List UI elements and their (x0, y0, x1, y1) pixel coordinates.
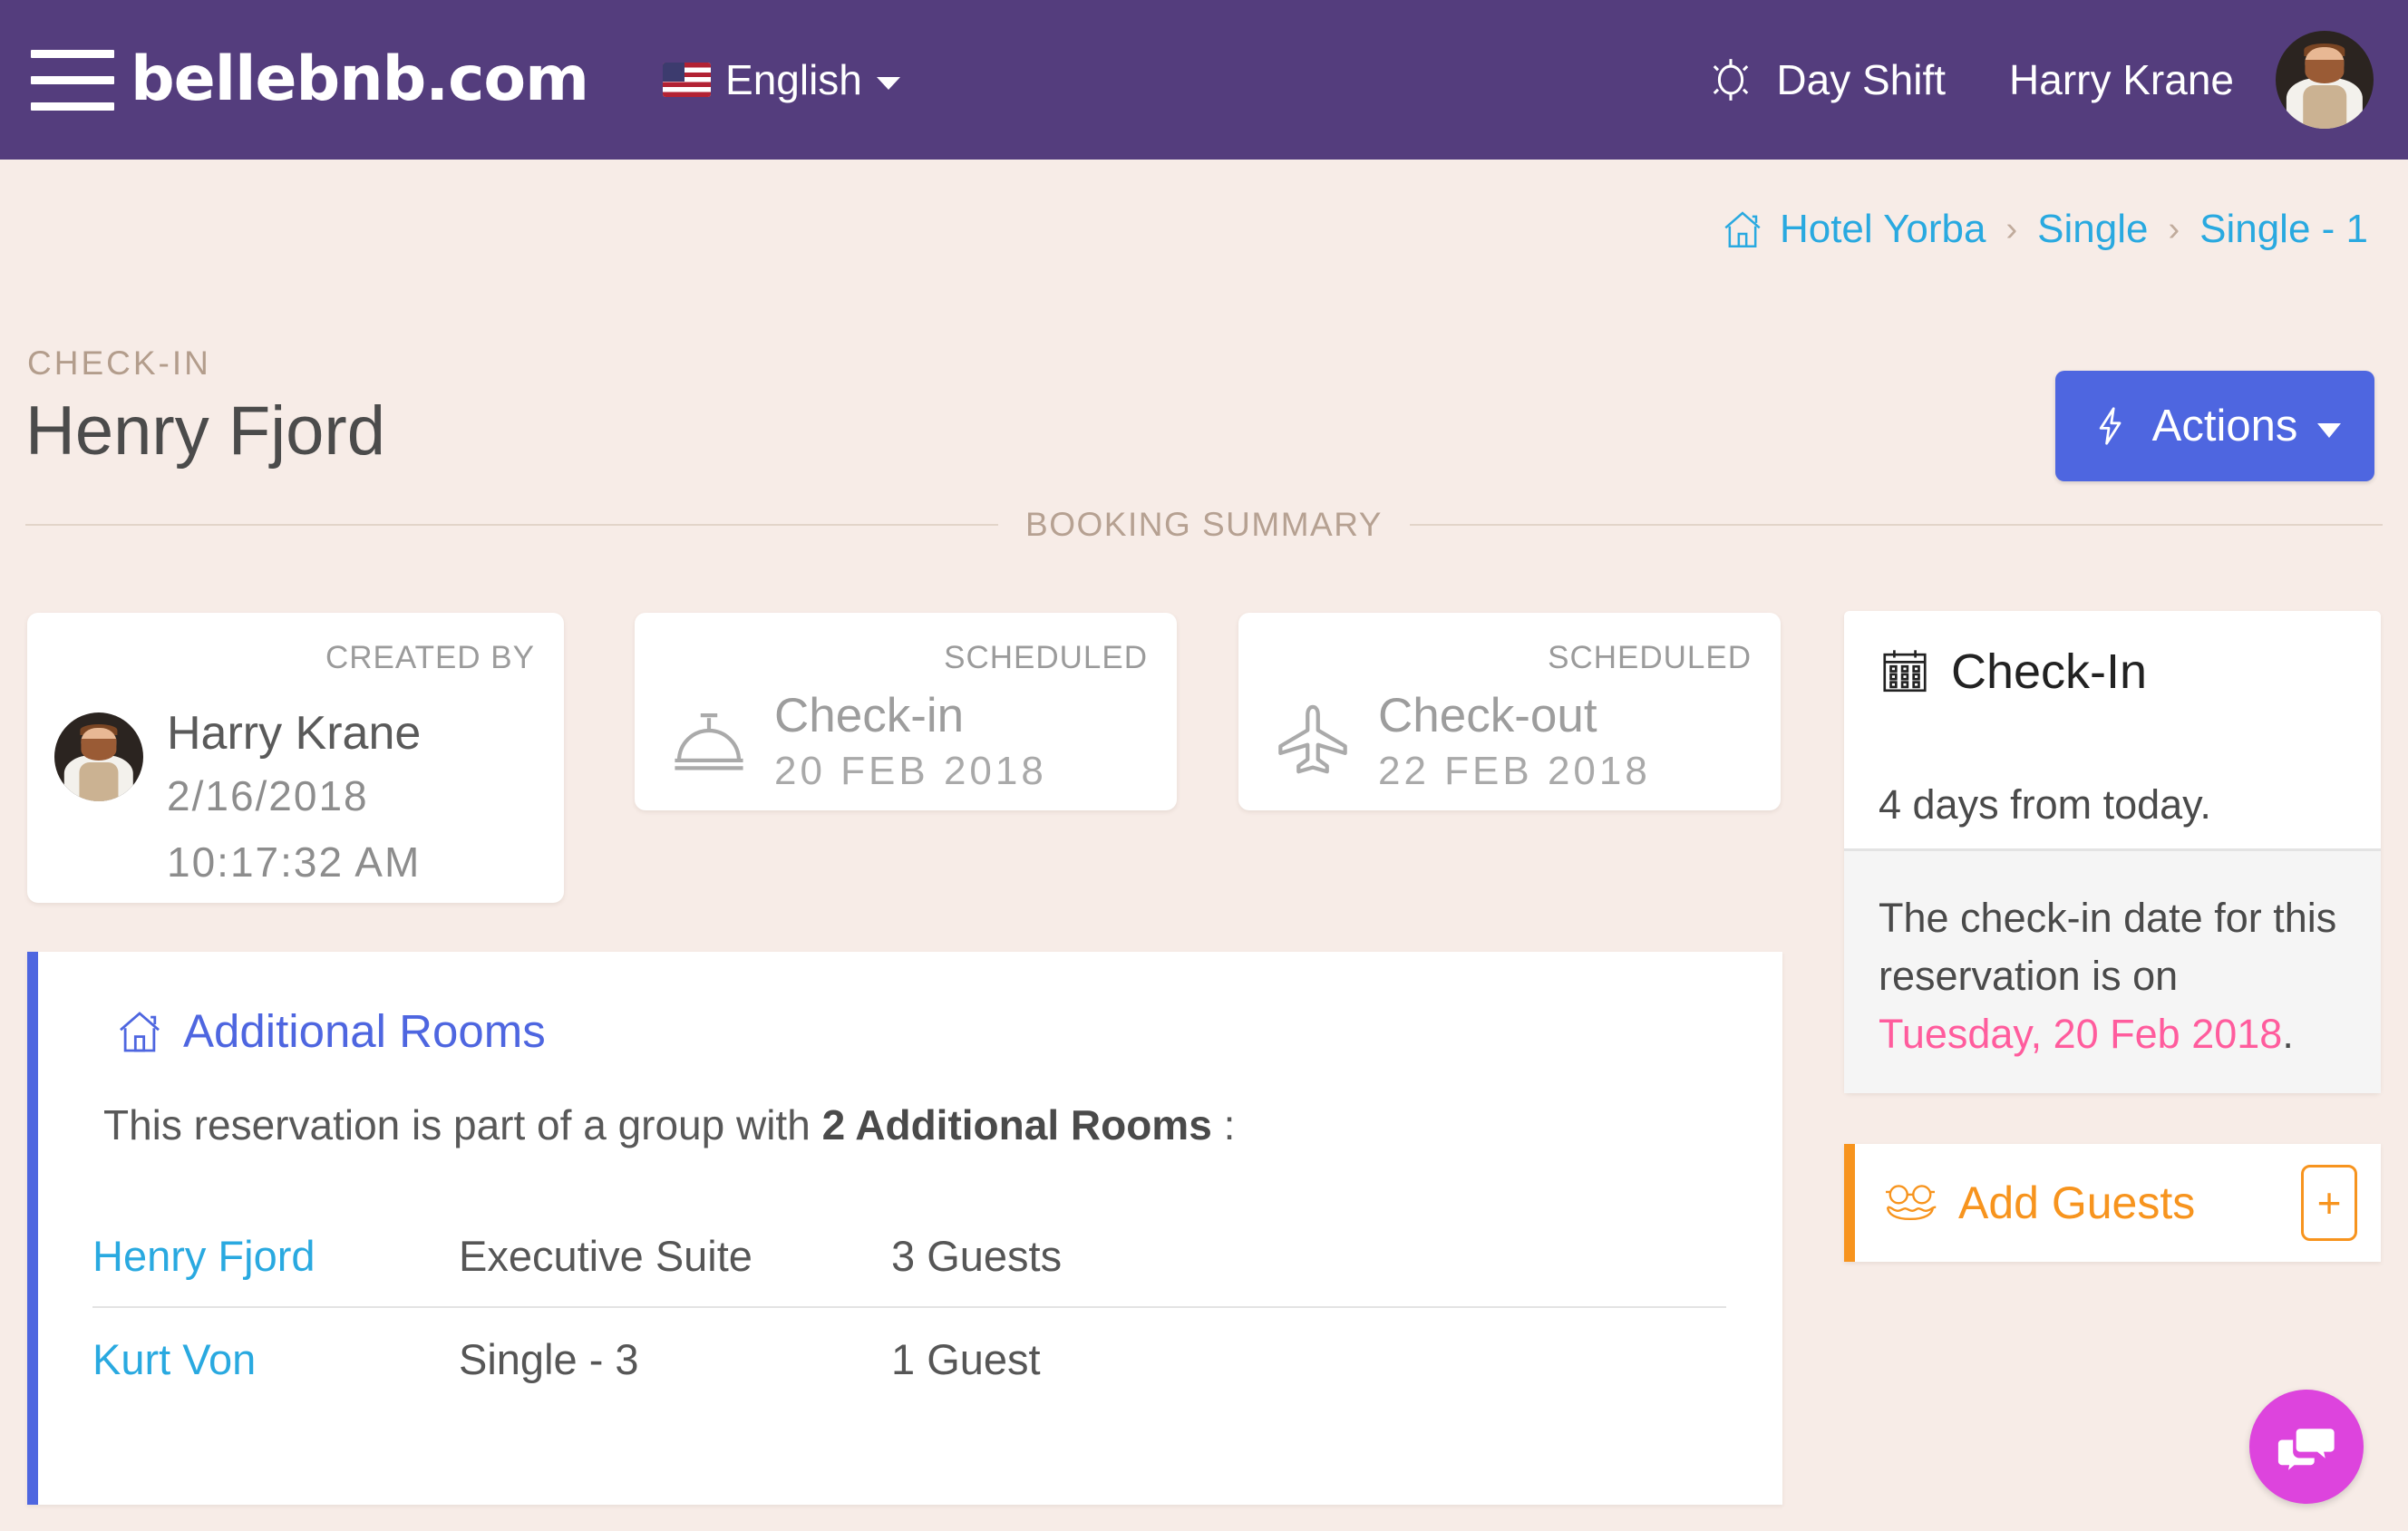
checkout-card-body: Check-out 22 FEB 2018 (1271, 691, 1651, 794)
checkin-card-text: Check-in 20 FEB 2018 (774, 691, 1047, 794)
avatar[interactable] (2276, 31, 2374, 129)
house-icon (1724, 211, 1761, 247)
add-guests-card[interactable]: Add Guests + (1844, 1144, 2381, 1262)
divider-line-left (25, 524, 999, 526)
airplane-icon (1278, 704, 1347, 774)
us-flag-icon (663, 63, 712, 97)
chevron-down-icon (2317, 423, 2342, 438)
note-suffix: . (2282, 1010, 2294, 1057)
subtitle-count: 2 Additional Rooms (821, 1101, 1212, 1148)
day-shift-label: Day Shift (1776, 56, 1947, 103)
user-name-label[interactable]: Harry Krane (2009, 55, 2234, 104)
lightning-bolt-icon (2099, 407, 2122, 445)
house-icon (120, 1011, 160, 1051)
add-guests-trigger[interactable]: Add Guests (1882, 1177, 2195, 1229)
chat-bubbles-icon (2277, 1429, 2335, 1470)
room-guest-count: 1 Guest (891, 1335, 1041, 1383)
page-title: Henry Fjord (25, 392, 385, 470)
chat-button[interactable] (2249, 1390, 2364, 1504)
booking-summary-label: BOOKING SUMMARY (1025, 506, 1383, 543)
breadcrumb-item-room[interactable]: Single - 1 (2199, 207, 2368, 252)
sidebar-checkin-title: Check-In (1951, 644, 2148, 699)
sidebar-checkin-header: Check-In (1879, 644, 2147, 700)
chevron-down-icon (876, 77, 900, 90)
scheduled-checkout-card: SCHEDULED Check-out 22 FEB 2018 (1238, 613, 1781, 810)
sidebar-checkin-card: Check-In 4 days from today. The check-in… (1844, 611, 2381, 1093)
created-by-details: Harry Krane 2/16/2018 10:17:32 AM (167, 707, 421, 891)
subtitle-suffix: : (1211, 1101, 1236, 1148)
hamburger-menu-icon[interactable] (31, 38, 114, 121)
calendar-icon (1883, 650, 1927, 693)
created-by-tag: CREATED BY (325, 640, 535, 675)
glasses-mustache-icon (1886, 1185, 1937, 1221)
add-guests-button[interactable]: + (2301, 1165, 2357, 1241)
actions-button[interactable]: Actions (2055, 371, 2374, 481)
room-type: Executive Suite (459, 1232, 752, 1280)
room-guest-link[interactable]: Henry Fjord (92, 1231, 459, 1281)
breadcrumb-separator: › (2005, 209, 2018, 248)
created-by-time: 10:17:32 AM (167, 838, 422, 886)
checkout-card-title: Check-out (1378, 689, 1597, 742)
service-bell-icon (675, 712, 743, 770)
add-guests-label: Add Guests (1958, 1177, 2196, 1228)
additional-rooms-table: Henry Fjord Executive Suite 3 Guests Kur… (92, 1206, 1726, 1410)
brand-logo[interactable]: bellebnb.com (131, 49, 589, 111)
note-prefix: The check-in date for this reservation i… (1879, 895, 2337, 999)
checkout-scheduled-tag: SCHEDULED (1548, 640, 1752, 675)
checkin-card-body: Check-in 20 FEB 2018 (667, 691, 1047, 794)
created-by-body: Harry Krane 2/16/2018 10:17:32 AM (54, 707, 421, 891)
additional-rooms-subtitle: This reservation is part of a group with… (103, 1100, 1235, 1149)
checkin-date-link[interactable]: Tuesday, 20 Feb 2018 (1879, 1011, 2282, 1057)
checkin-card-title: Check-in (774, 689, 965, 742)
subtitle-prefix: This reservation is part of a group with (103, 1101, 822, 1148)
navbar-right: Day Shift Harry Krane (1705, 31, 2408, 129)
additional-rooms-panel: Additional Rooms This reservation is par… (27, 952, 1782, 1505)
additional-rooms-header[interactable]: Additional Rooms (114, 1004, 546, 1058)
language-label: English (725, 56, 862, 103)
booking-summary-divider: BOOKING SUMMARY (25, 506, 2383, 544)
checkout-card-text: Check-out 22 FEB 2018 (1378, 691, 1651, 794)
checkout-card-date: 22 FEB 2018 (1378, 748, 1651, 793)
table-row: Henry Fjord Executive Suite 3 Guests (92, 1206, 1726, 1308)
checkin-scheduled-tag: SCHEDULED (944, 640, 1148, 675)
language-selector[interactable]: English (663, 55, 900, 104)
breadcrumb-separator: › (2168, 209, 2180, 248)
breadcrumb: Hotel Yorba › Single › Single - 1 (1720, 207, 2368, 252)
avatar (54, 712, 143, 801)
created-by-name: Harry Krane (167, 707, 422, 760)
divider-line-right (1409, 524, 2383, 526)
checkin-card-date: 20 FEB 2018 (774, 748, 1047, 793)
scheduled-checkin-card: SCHEDULED Check-in 20 FEB 2018 (635, 613, 1177, 810)
day-shift-toggle[interactable]: Day Shift (1705, 54, 1946, 105)
top-navbar: bellebnb.com English Day Shift Harry Kra… (0, 0, 2408, 160)
created-by-card: CREATED BY Harry Krane 2/16/2018 10:17:3… (27, 613, 564, 903)
sun-icon (1714, 59, 1749, 101)
breadcrumb-item-roomtype[interactable]: Single (2037, 207, 2148, 252)
table-row: Kurt Von Single - 3 1 Guest (92, 1308, 1726, 1410)
actions-button-label: Actions (2151, 402, 2298, 451)
breadcrumb-item-hotel[interactable]: Hotel Yorba (1780, 207, 1986, 252)
room-guest-link[interactable]: Kurt Von (92, 1334, 459, 1384)
room-type: Single - 3 (459, 1335, 639, 1383)
created-by-date: 2/16/2018 (167, 772, 369, 820)
sidebar-checkin-note: The check-in date for this reservation i… (1844, 848, 2381, 1093)
room-guest-count: 3 Guests (891, 1232, 1063, 1280)
sidebar-checkin-days: 4 days from today. (1879, 781, 2211, 828)
additional-rooms-title: Additional Rooms (183, 1005, 546, 1057)
page-kicker: CHECK-IN (27, 344, 211, 382)
